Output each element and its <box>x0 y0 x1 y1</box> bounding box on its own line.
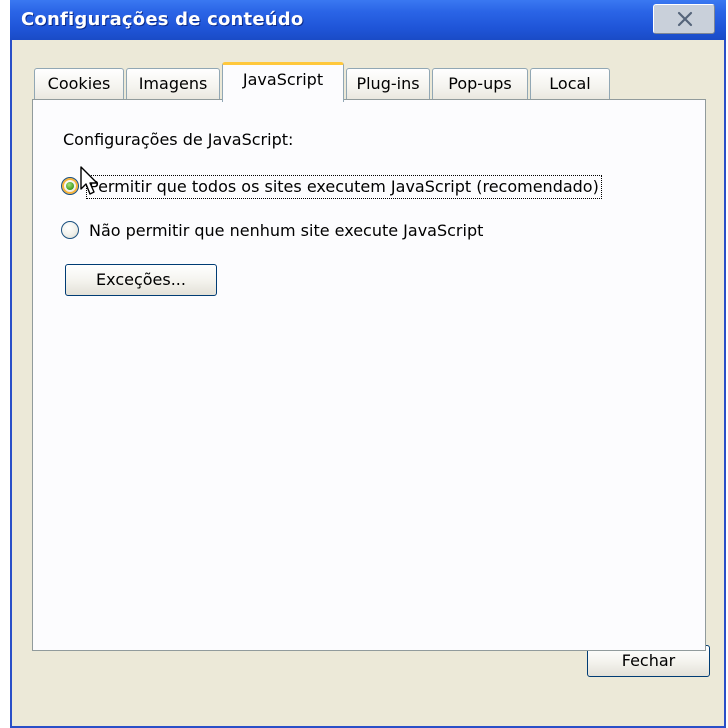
dialog-body: Cookies Imagens JavaScript Plug-ins Pop-… <box>12 40 724 726</box>
close-x-icon <box>677 11 693 27</box>
title-bar[interactable]: Configurações de conteúdo <box>10 0 726 40</box>
content-settings-dialog: Configurações de conteúdo Cookies Imagen… <box>10 0 726 728</box>
tab-cookies[interactable]: Cookies <box>34 68 124 100</box>
allow-javascript-radio[interactable] <box>61 177 79 195</box>
javascript-settings-heading: Configurações de JavaScript: <box>63 130 294 149</box>
block-javascript-label[interactable]: Não permitir que nenhum site execute Jav… <box>87 220 485 242</box>
tab-local[interactable]: Local <box>530 68 610 100</box>
close-window-button[interactable] <box>653 4 715 34</box>
allow-javascript-label[interactable]: Permitir que todos os sites executem Jav… <box>86 175 602 199</box>
dialog-title: Configurações de conteúdo <box>21 9 304 30</box>
block-javascript-radio[interactable] <box>61 221 79 239</box>
exceptions-button[interactable]: Exceções... <box>65 264 217 296</box>
tab-javascript[interactable]: JavaScript <box>222 62 344 102</box>
tab-plug-ins[interactable]: Plug-ins <box>346 68 430 100</box>
javascript-tab-panel: Configurações de JavaScript: Permitir qu… <box>32 99 706 651</box>
tab-pop-ups[interactable]: Pop-ups <box>432 68 528 100</box>
tab-imagens[interactable]: Imagens <box>126 68 220 100</box>
